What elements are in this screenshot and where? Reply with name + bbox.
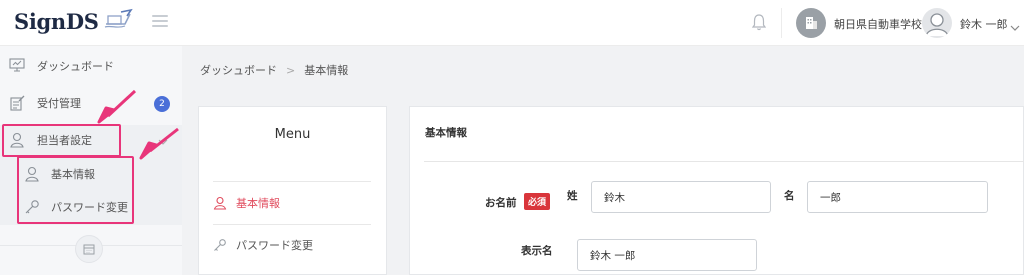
sidebar: ダッシュボード 受付管理 2 担当者設定 基本情報 パスワード変更 xyxy=(0,46,182,275)
name-label: お名前 xyxy=(485,197,517,209)
last-name-input[interactable]: 鈴木 xyxy=(591,181,771,213)
required-badge: 必須 xyxy=(524,193,551,210)
user-avatar-icon xyxy=(925,13,949,37)
school-name[interactable]: 朝日県自動車学校 xyxy=(834,16,922,32)
key-icon xyxy=(213,238,227,252)
breadcrumb-current: 基本情報 xyxy=(304,64,349,77)
menu-card: Menu 基本情報 パスワード変更 xyxy=(198,106,387,275)
building-icon xyxy=(806,17,817,29)
menu-item-label: 基本情報 xyxy=(236,197,280,210)
user-name[interactable]: 鈴木 一郎 xyxy=(960,16,1008,32)
logo-text: SignDS xyxy=(14,8,99,34)
first-name-input[interactable]: 一郎 xyxy=(807,181,988,213)
logo-signature-icon xyxy=(103,8,133,34)
breadcrumb-separator: > xyxy=(286,63,296,77)
menu-item-password-change[interactable]: パスワード変更 xyxy=(213,237,313,253)
breadcrumb: ダッシュボード > 基本情報 xyxy=(182,46,1024,94)
bell-icon[interactable] xyxy=(751,13,767,35)
user-icon xyxy=(213,196,227,210)
menu-item-label: パスワード変更 xyxy=(236,239,313,252)
school-avatar[interactable] xyxy=(796,8,826,38)
logo[interactable]: SignDS xyxy=(14,8,133,34)
header-divider xyxy=(781,8,782,38)
display-name-input[interactable]: 鈴木 一郎 xyxy=(577,239,757,271)
menu-title: Menu xyxy=(274,127,311,142)
avatar[interactable] xyxy=(922,8,952,38)
menu-toggle-icon[interactable] xyxy=(152,15,168,29)
menu-divider xyxy=(213,181,371,182)
menu-divider xyxy=(213,224,371,225)
menu-item-basic-info[interactable]: 基本情報 xyxy=(213,195,280,211)
calendar-icon[interactable] xyxy=(75,235,103,263)
basic-info-card: 基本情報 お名前 必須 姓 鈴木 名 一郎 表示名 鈴木 一郎 xyxy=(409,106,1024,275)
chevron-down-icon[interactable] xyxy=(1010,17,1020,36)
sei-label: 姓 xyxy=(567,190,578,202)
breadcrumb-link-dashboard[interactable]: ダッシュボード xyxy=(200,62,277,78)
top-bar: SignDS 朝日県自動車学校 鈴木 一郎 xyxy=(0,0,1024,46)
card-divider xyxy=(424,161,1024,162)
mei-label: 名 xyxy=(784,190,795,202)
display-name-label: 表示名 xyxy=(521,245,553,257)
card-heading: 基本情報 xyxy=(425,127,467,139)
